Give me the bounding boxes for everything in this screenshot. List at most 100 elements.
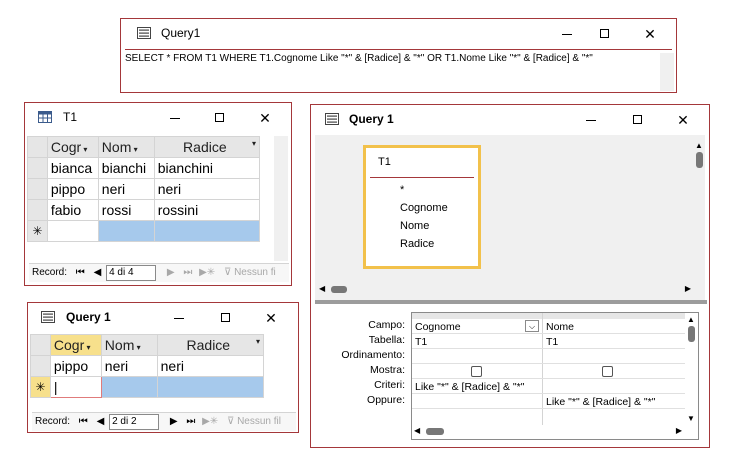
maximize-icon[interactable] bbox=[217, 310, 233, 326]
cell-radice[interactable]: neri bbox=[153, 178, 261, 200]
record-selector[interactable] bbox=[27, 178, 48, 200]
scroll-up-icon[interactable]: ▲ bbox=[686, 315, 696, 324]
grid-vertical-scrollbar[interactable]: ▲ ▼ bbox=[686, 315, 696, 423]
cell-cognome[interactable]: bianca bbox=[46, 157, 99, 179]
first-record-icon[interactable]: ⏮ bbox=[79, 413, 88, 431]
select-all-corner[interactable] bbox=[30, 334, 51, 356]
new-cell-radice[interactable] bbox=[153, 220, 261, 242]
maximize-icon[interactable] bbox=[211, 110, 227, 126]
cell-nome[interactable]: neri bbox=[100, 355, 158, 377]
field-list-item[interactable]: Cognome bbox=[400, 202, 448, 214]
scroll-down-icon[interactable]: ▼ bbox=[686, 414, 696, 423]
column-header-cognome[interactable]: Cogr ▾ bbox=[46, 136, 99, 158]
minimize-icon[interactable] bbox=[559, 26, 575, 42]
column-header-nome[interactable]: Nom ▾ bbox=[100, 334, 158, 356]
table-field-list-t1[interactable]: T1 * Cognome Nome Radice bbox=[363, 145, 481, 269]
criteri-cell-1[interactable]: Like "*" & [Radice] & "*" bbox=[415, 381, 524, 393]
new-record-icon[interactable]: ▶✳ bbox=[202, 413, 218, 431]
table-pane-vertical-scrollbar[interactable]: ▲ bbox=[695, 141, 703, 271]
last-record-icon[interactable]: ⏭ bbox=[183, 264, 192, 282]
grid-horizontal-scrollbar[interactable]: ◀ ▶ bbox=[414, 425, 682, 437]
first-record-icon[interactable]: ⏮ bbox=[76, 264, 85, 282]
sql-scrollbar[interactable] bbox=[660, 53, 674, 91]
tabella-cell-1[interactable]: T1 bbox=[415, 336, 427, 348]
record-selector[interactable] bbox=[27, 199, 48, 221]
oppure-cell-2[interactable]: Like "*" & [Radice] & "*" bbox=[546, 396, 655, 408]
record-selector[interactable] bbox=[27, 157, 48, 179]
field-list-item[interactable]: Radice bbox=[400, 238, 434, 250]
close-icon[interactable]: ✕ bbox=[675, 112, 691, 128]
tabella-cell-2[interactable]: T1 bbox=[546, 336, 558, 348]
prev-record-icon[interactable]: ◀ bbox=[97, 413, 105, 431]
query-design-titlebar[interactable]: Query 1 ✕ bbox=[311, 105, 709, 135]
cell-cognome[interactable]: fabio bbox=[46, 199, 99, 221]
column-header-radice[interactable]: Radice ▾ bbox=[153, 136, 261, 158]
column-header-nome[interactable]: Nom ▾ bbox=[97, 136, 155, 158]
sql-text-editor[interactable]: SELECT * FROM T1 WHERE T1.Cognome Like "… bbox=[125, 53, 593, 64]
close-icon[interactable]: ✕ bbox=[263, 310, 279, 326]
cell-cognome[interactable]: pippo bbox=[49, 355, 102, 377]
table-row[interactable]: pippo neri neri bbox=[27, 178, 261, 200]
mostra-checkbox-1[interactable] bbox=[471, 366, 482, 377]
prev-record-icon[interactable]: ◀ bbox=[94, 264, 102, 282]
column-header-cognome[interactable]: Cogr ▾ bbox=[49, 334, 102, 356]
scroll-right-icon[interactable]: ▶ bbox=[685, 284, 691, 293]
new-cell-nome[interactable] bbox=[100, 376, 158, 398]
sql-window-titlebar[interactable]: Query1 ✕ bbox=[121, 19, 676, 49]
table-row[interactable]: bianca bianchi bianchini bbox=[27, 157, 261, 179]
mostra-checkbox-2[interactable] bbox=[602, 366, 613, 377]
new-record-row[interactable]: ✳ | bbox=[30, 376, 265, 398]
close-icon[interactable]: ✕ bbox=[642, 26, 658, 42]
select-all-corner[interactable] bbox=[27, 136, 48, 158]
minimize-icon[interactable] bbox=[167, 110, 183, 126]
record-position-input[interactable]: 2 di 2 bbox=[109, 414, 160, 430]
maximize-icon[interactable] bbox=[596, 26, 612, 42]
close-icon[interactable]: ✕ bbox=[257, 110, 273, 126]
new-cell-nome[interactable] bbox=[97, 220, 155, 242]
campo-cell-2[interactable]: Nome bbox=[546, 321, 574, 333]
maximize-icon[interactable] bbox=[629, 112, 645, 128]
scroll-thumb[interactable] bbox=[331, 286, 347, 293]
column-header-radice[interactable]: Radice ▾ bbox=[156, 334, 265, 356]
new-cell-cognome[interactable] bbox=[46, 220, 99, 242]
filter-icon[interactable]: ⊽ bbox=[224, 264, 231, 282]
scroll-thumb[interactable] bbox=[695, 152, 703, 168]
field-list-item[interactable]: Nome bbox=[400, 220, 429, 232]
new-record-row[interactable]: ✳ bbox=[27, 220, 261, 242]
scroll-thumb[interactable] bbox=[426, 428, 444, 435]
cell-nome[interactable]: rossi bbox=[97, 199, 155, 221]
cell-cognome[interactable]: pippo bbox=[46, 178, 99, 200]
filter-status[interactable]: Nessun fil bbox=[237, 413, 281, 431]
minimize-icon[interactable] bbox=[583, 112, 599, 128]
record-position-input[interactable]: 4 di 4 bbox=[106, 265, 157, 281]
t1-window-titlebar[interactable]: T1 ✕ bbox=[25, 103, 291, 133]
last-record-icon[interactable]: ⏭ bbox=[186, 413, 195, 431]
scroll-up-icon[interactable]: ▲ bbox=[695, 141, 703, 150]
pane-splitter[interactable] bbox=[315, 300, 707, 304]
cell-nome[interactable]: neri bbox=[97, 178, 155, 200]
chevron-down-icon[interactable]: ⌵ bbox=[525, 320, 539, 332]
grid-column-selector-bar[interactable] bbox=[412, 313, 685, 319]
filter-status[interactable]: Nessun fi bbox=[234, 264, 276, 282]
table-pane-horizontal-scrollbar[interactable]: ◀ ▶ bbox=[319, 283, 691, 295]
cell-radice[interactable]: bianchini bbox=[153, 157, 261, 179]
table-row[interactable]: pippo neri neri bbox=[30, 355, 265, 377]
cell-nome[interactable]: bianchi bbox=[97, 157, 155, 179]
minimize-icon[interactable] bbox=[171, 310, 187, 326]
table-row[interactable]: fabio rossi rossini bbox=[27, 199, 261, 221]
query1-result-titlebar[interactable]: Query 1 ✕ bbox=[28, 303, 298, 333]
record-selector[interactable] bbox=[30, 355, 51, 377]
filter-icon[interactable]: ⊽ bbox=[227, 413, 234, 431]
new-cell-radice[interactable] bbox=[156, 376, 265, 398]
scroll-thumb[interactable] bbox=[687, 326, 695, 342]
next-record-icon[interactable]: ▶ bbox=[170, 413, 178, 431]
cell-radice[interactable]: neri bbox=[156, 355, 265, 377]
field-list-item[interactable]: * bbox=[400, 184, 404, 196]
scroll-left-icon[interactable]: ◀ bbox=[414, 426, 420, 435]
new-record-icon[interactable]: ▶✳ bbox=[199, 264, 215, 282]
t1-vertical-scrollbar[interactable] bbox=[274, 136, 288, 261]
new-cell-cognome[interactable]: | bbox=[49, 376, 102, 398]
scroll-right-icon[interactable]: ▶ bbox=[676, 426, 682, 435]
next-record-icon[interactable]: ▶ bbox=[167, 264, 175, 282]
campo-cell-1[interactable]: Cognome bbox=[415, 321, 461, 333]
